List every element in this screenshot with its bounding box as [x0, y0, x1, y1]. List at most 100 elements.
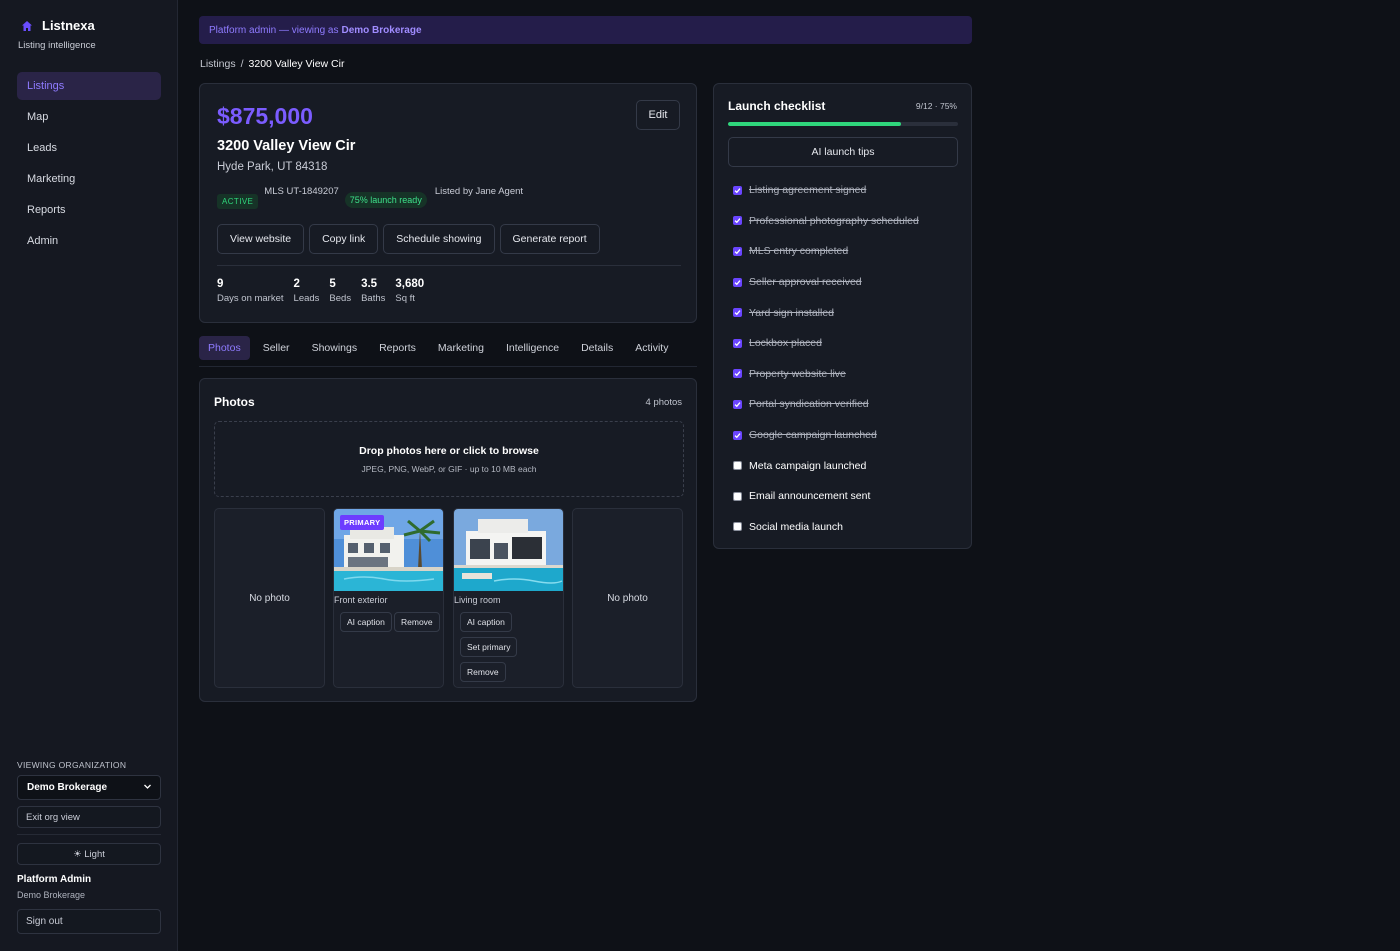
checkbox[interactable] [733, 522, 742, 532]
checklist-item[interactable]: Social media launch [733, 512, 919, 543]
checkbox[interactable] [733, 308, 742, 318]
brand[interactable]: Listnexa [20, 18, 95, 33]
photos-count: 4 photos [645, 397, 682, 408]
checklist-item[interactable]: Lockbox placed [733, 328, 919, 359]
ai-caption-button[interactable]: AI caption [460, 612, 512, 632]
checklist-item[interactable]: Seller approval received [733, 267, 919, 298]
checkbox[interactable] [733, 277, 742, 287]
checkbox[interactable] [733, 430, 742, 440]
remove-photo-button[interactable]: Remove [460, 662, 506, 682]
tab-photos[interactable]: Photos [199, 336, 250, 360]
view-website-button[interactable]: View website [217, 224, 305, 254]
remove-photo-button[interactable]: Remove [394, 612, 440, 632]
checkbox[interactable] [733, 491, 742, 501]
org-select[interactable]: Demo Brokerage [17, 775, 161, 800]
checklist-item[interactable]: Portal syndication verified [733, 389, 919, 420]
photo-dropzone[interactable]: Drop photos here or click to browse JPEG… [214, 421, 684, 497]
checklist-item-label: MLS entry completed [749, 245, 849, 258]
checklist-item[interactable]: Email announcement sent [733, 481, 919, 512]
ai-launch-tips-button[interactable]: AI launch tips [728, 137, 958, 167]
checkbox[interactable] [733, 246, 742, 256]
breadcrumb-root[interactable]: Listings [200, 58, 236, 70]
checklist-item-label: Property website live [749, 367, 846, 380]
checklist-progress-text: 9/12 · 75% [915, 101, 957, 111]
nav-item-listings[interactable]: Listings [17, 72, 161, 100]
listed-by: Listed by Jane Agent [434, 186, 524, 197]
launch-checklist: Launch checklist 9/12 · 75% AI launch ti… [713, 83, 972, 549]
org-label: VIEWING ORGANIZATION [17, 760, 127, 770]
listing-address: 3200 Valley View Cir [217, 138, 356, 154]
banner-org: Demo Brokerage [341, 24, 422, 36]
tab-activity[interactable]: Activity [626, 336, 677, 360]
listing-summary-card: $875,000 Edit 3200 Valley View Cir Hyde … [199, 83, 697, 323]
checklist-item-label: Social media launch [749, 520, 843, 533]
main-nav: Listings Map Leads Marketing Reports Adm… [17, 72, 161, 258]
sidebar-divider [17, 834, 161, 835]
progress-fill [728, 122, 901, 126]
stat-label: Leads [293, 293, 320, 304]
checkbox[interactable] [733, 399, 742, 409]
set-primary-button[interactable]: Set primary [460, 637, 518, 657]
no-photo-label: No photo [249, 592, 290, 604]
tab-details[interactable]: Details [572, 336, 622, 360]
breadcrumb: Listings / 3200 Valley View Cir [200, 58, 344, 70]
checklist-item[interactable]: Property website live [733, 359, 919, 390]
listing-divider [217, 265, 681, 266]
sidebar: Listnexa Listing intelligence Listings M… [0, 0, 178, 951]
listing-actions: View website Copy link Schedule showing … [217, 224, 600, 254]
tab-showings[interactable]: Showings [303, 336, 367, 360]
checkbox[interactable] [733, 216, 742, 226]
tab-intelligence[interactable]: Intelligence [497, 336, 568, 360]
exit-org-view-button[interactable]: Exit org view [17, 806, 161, 828]
checkbox[interactable] [733, 461, 742, 471]
photo-caption: Living room [454, 595, 501, 605]
primary-badge: PRIMARY [340, 515, 385, 530]
sign-out-button[interactable]: Sign out [17, 909, 161, 934]
checkbox[interactable] [733, 369, 742, 379]
user-org: Demo Brokerage [17, 890, 86, 900]
brand-tagline: Listing intelligence [18, 40, 96, 51]
checklist-item[interactable]: MLS entry completed [733, 236, 919, 267]
stat-label: Beds [329, 293, 352, 304]
tab-seller[interactable]: Seller [254, 336, 299, 360]
listing-city-line: Hyde Park, UT 84318 [217, 161, 328, 173]
theme-toggle-button[interactable]: ☀ Light [17, 843, 161, 865]
edit-button[interactable]: Edit [636, 100, 680, 130]
generate-report-button[interactable]: Generate report [499, 224, 600, 254]
photo-living-room[interactable] [454, 509, 563, 591]
photo-slot-empty[interactable]: No photo [214, 508, 325, 688]
stat-baths: 3.5 Baths [361, 278, 385, 304]
checklist-item-label: Portal syndication verified [749, 398, 869, 411]
nav-item-map[interactable]: Map [17, 103, 161, 131]
photos-title: Photos [214, 395, 255, 409]
schedule-showing-button[interactable]: Schedule showing [383, 224, 495, 254]
nav-item-leads[interactable]: Leads [17, 134, 161, 162]
nav-item-marketing[interactable]: Marketing [17, 165, 161, 193]
stat-value: 5 [329, 278, 336, 290]
checkbox[interactable] [733, 185, 742, 195]
nav-item-reports[interactable]: Reports [17, 196, 161, 224]
tab-reports[interactable]: Reports [370, 336, 425, 360]
stat-days-on-market: 9 Days on market [217, 278, 284, 304]
checklist-item-label: Yard sign installed [749, 306, 835, 319]
checklist-item[interactable]: Meta campaign launched [733, 450, 919, 481]
checklist-items: Listing agreement signed Professional ph… [733, 175, 919, 542]
stat-value: 9 [217, 278, 224, 290]
photo-slot-empty[interactable]: No photo [572, 508, 683, 688]
checklist-item-label: Professional photography scheduled [749, 214, 919, 227]
stat-label: Sq ft [395, 293, 415, 304]
chevron-down-icon [143, 782, 152, 794]
readiness-badge: 75% launch ready [344, 192, 427, 208]
ai-caption-button[interactable]: AI caption [340, 612, 392, 632]
photo-front-exterior[interactable]: PRIMARY [334, 509, 443, 591]
checklist-item[interactable]: Listing agreement signed [733, 175, 919, 206]
nav-item-admin[interactable]: Admin [17, 227, 161, 255]
tab-marketing[interactable]: Marketing [429, 336, 493, 360]
admin-banner: Platform admin — viewing as Demo Brokera… [199, 16, 972, 44]
checklist-title: Launch checklist [728, 99, 826, 113]
checklist-item[interactable]: Google campaign launched [733, 420, 919, 451]
checklist-item[interactable]: Yard sign installed [733, 297, 919, 328]
checkbox[interactable] [733, 338, 742, 348]
copy-link-button[interactable]: Copy link [309, 224, 379, 254]
checklist-item[interactable]: Professional photography scheduled [733, 206, 919, 237]
